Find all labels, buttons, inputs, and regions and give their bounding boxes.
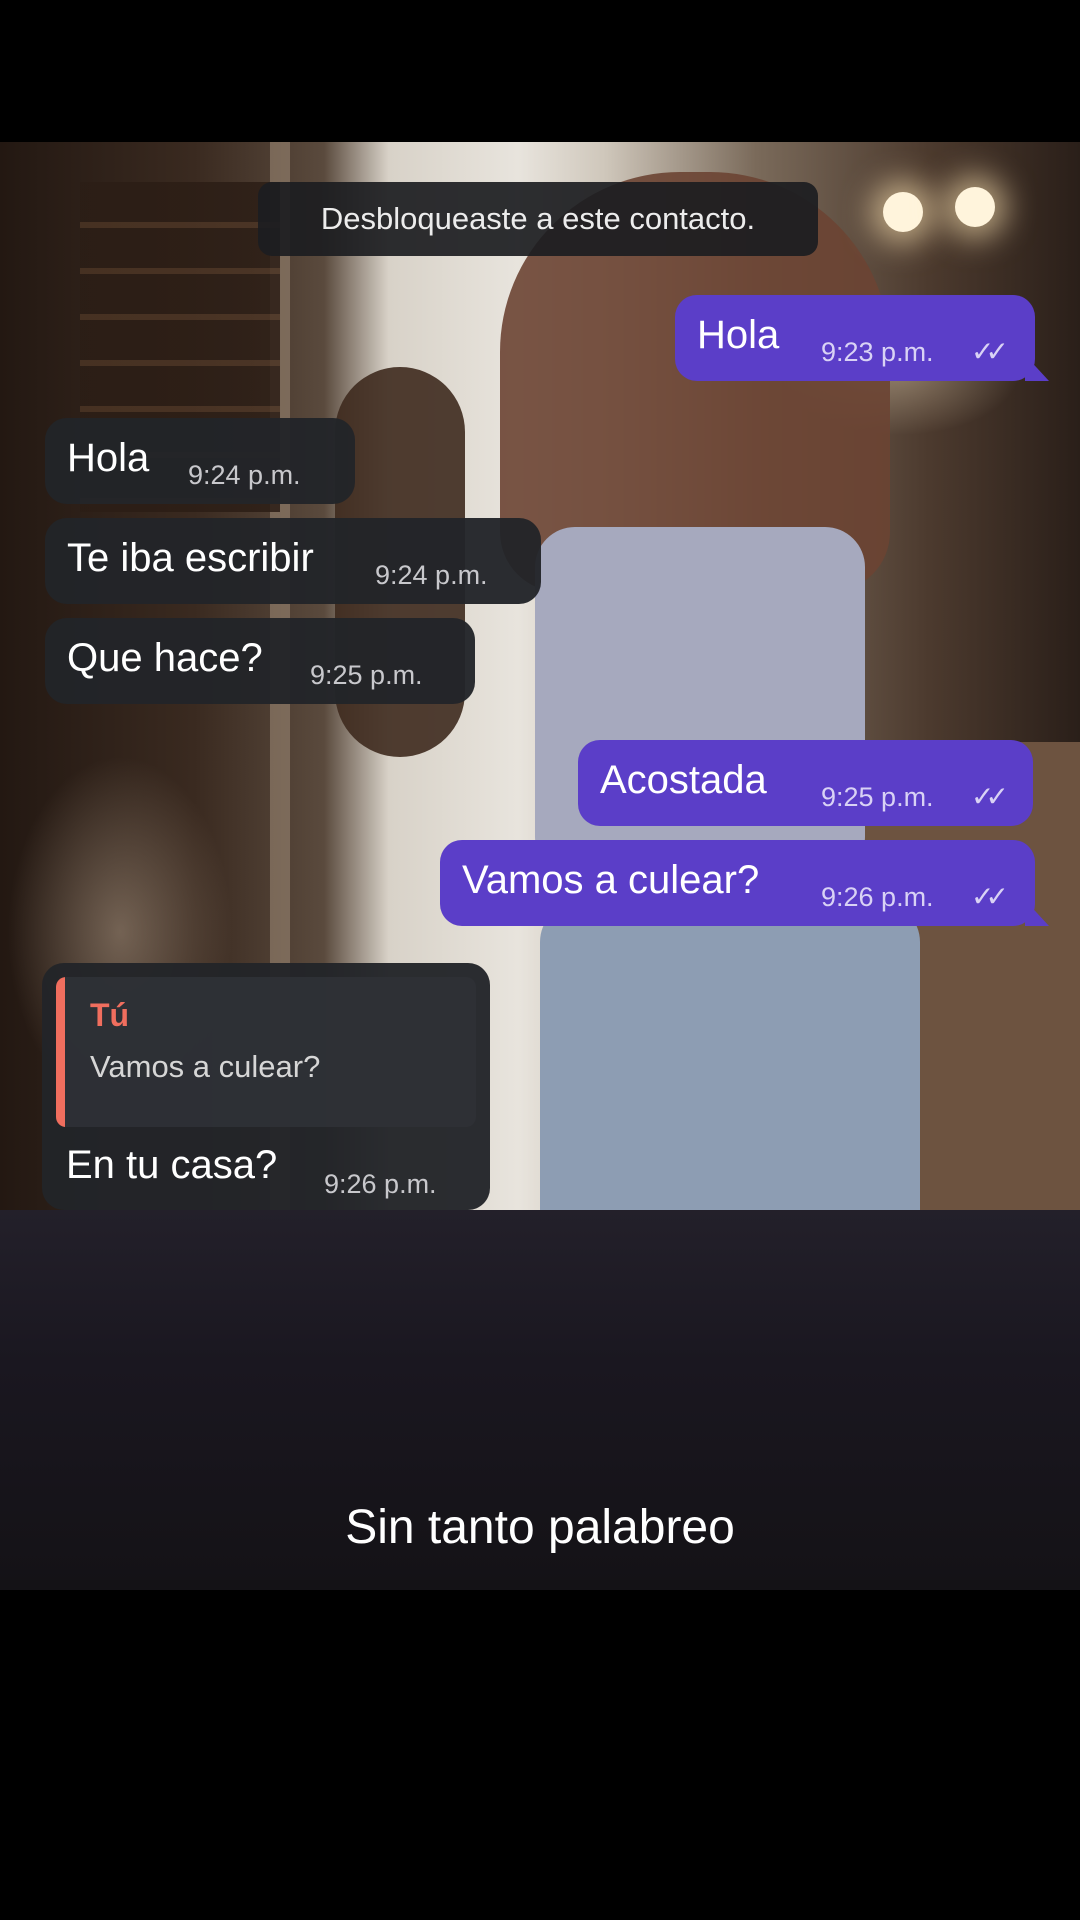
bubble-tail: [1025, 900, 1049, 926]
quoted-text: Vamos a culear?: [90, 1049, 321, 1084]
incoming-message[interactable]: Te iba escribir 9:24 p.m.: [45, 518, 541, 604]
video-frame: Desbloqueaste a este contacto. Hola 9:23…: [0, 0, 1080, 1920]
message-time: 9:24 p.m.: [375, 560, 488, 590]
system-message: Desbloqueaste a este contacto.: [258, 182, 818, 256]
message-text: Te iba escribir: [67, 536, 314, 580]
message-text: Acostada: [600, 758, 767, 802]
message-time: 9:23 p.m.: [821, 337, 934, 367]
read-receipt-icon: ✓✓: [971, 881, 1009, 912]
lamp-icon: [955, 187, 995, 227]
message-time: 9:25 p.m.: [310, 660, 423, 690]
quoted-message[interactable]: Tú Vamos a culear?: [56, 977, 476, 1127]
outgoing-message[interactable]: Hola 9:23 p.m. ✓✓: [675, 295, 1049, 381]
message-text: Hola: [697, 313, 780, 357]
lamp-icon: [883, 192, 923, 232]
message-time: 9:26 p.m.: [821, 882, 934, 912]
outgoing-message[interactable]: Acostada 9:25 p.m. ✓✓: [578, 740, 1033, 826]
background-person-jeans: [540, 902, 920, 1210]
message-text: Que hace?: [67, 636, 263, 680]
message-text: Hola: [67, 436, 150, 480]
quote-accent-bar: [56, 977, 65, 1127]
message-time: 9:24 p.m.: [188, 460, 301, 490]
message-text: Vamos a culear?: [462, 858, 760, 902]
incoming-reply-message[interactable]: Tú Vamos a culear? En tu casa? 9:26 p.m.: [42, 963, 490, 1210]
read-receipt-icon: ✓✓: [971, 781, 1009, 812]
video-caption: Sin tanto palabreo: [345, 1501, 735, 1554]
quoted-author: Tú: [90, 997, 130, 1033]
incoming-message[interactable]: Que hace? 9:25 p.m.: [45, 618, 475, 704]
message-text: En tu casa?: [66, 1143, 278, 1187]
read-receipt-icon: ✓✓: [971, 336, 1009, 367]
message-time: 9:26 p.m.: [324, 1169, 437, 1199]
message-time: 9:25 p.m.: [821, 782, 934, 812]
outgoing-message[interactable]: Vamos a culear? 9:26 p.m. ✓✓: [440, 840, 1049, 926]
bubble-tail: [1025, 355, 1049, 381]
incoming-message[interactable]: Hola 9:24 p.m.: [45, 418, 355, 504]
